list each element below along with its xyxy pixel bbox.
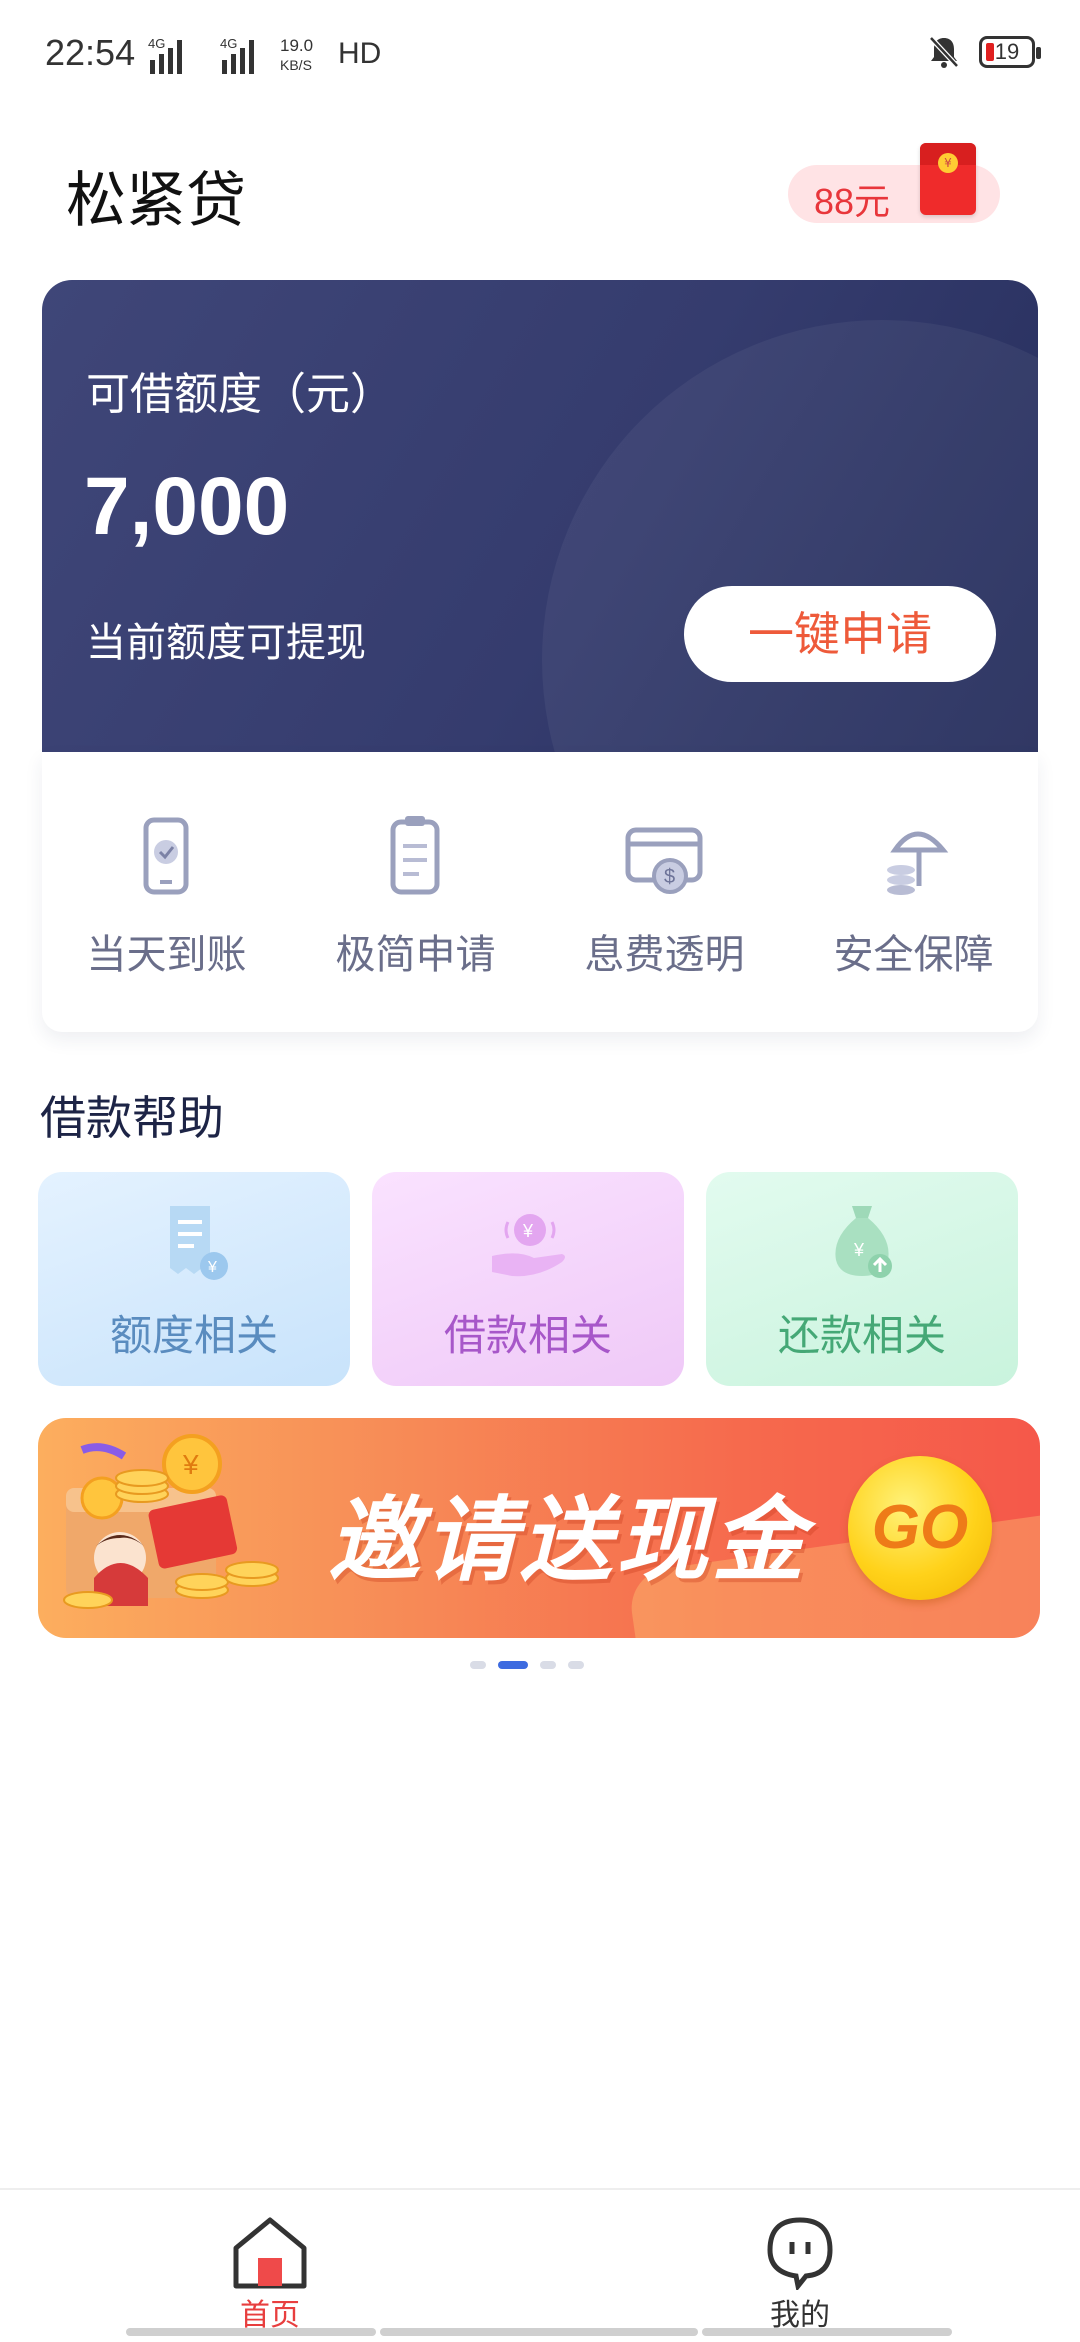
- help-card-label: 额度相关: [109, 1311, 278, 1360]
- tab-home[interactable]: 首页: [170, 2190, 370, 2342]
- status-time: 22:54: [45, 32, 136, 73]
- svg-text:¥: ¥: [853, 1240, 865, 1260]
- banner-text: 邀请送现金: [328, 1487, 809, 1594]
- carousel-dot: [540, 1661, 556, 1669]
- network-2-label: 4G: [220, 36, 237, 51]
- phone-check-icon: [143, 817, 189, 895]
- hd-label: HD: [338, 37, 382, 70]
- feature-label: 安全保障: [833, 932, 994, 978]
- feature-item: 极简申请: [291, 752, 540, 1032]
- battery-icon: 19: [979, 36, 1041, 68]
- profile-icon: [767, 2217, 833, 2290]
- status-right: 19: [927, 34, 1041, 70]
- feature-list: 当天到账 极简申请 $ 息费透明 安全保障: [42, 752, 1038, 1032]
- credit-note: 当前额度可提现: [86, 620, 366, 666]
- apply-button[interactable]: 一键申请: [684, 586, 996, 682]
- home-icon: [233, 2217, 307, 2289]
- umbrella-coins-icon: [887, 831, 949, 895]
- credit-amount: 7,000: [84, 461, 290, 552]
- network-speed: 19.0 KB/S: [280, 36, 313, 73]
- carousel-indicator: [470, 1660, 584, 1670]
- feature-label: 息费透明: [584, 932, 745, 978]
- money-bag-icon: ¥: [835, 1206, 892, 1278]
- gesture-bar-segment: [126, 2328, 376, 2336]
- help-title: 借款帮助: [40, 1091, 224, 1145]
- speed-value: 19.0: [280, 36, 313, 55]
- help-card-label: 借款相关: [443, 1311, 612, 1360]
- feature-label: 当天到账: [86, 932, 247, 978]
- svg-text:¥: ¥: [522, 1221, 534, 1241]
- help-card-limit[interactable]: ¥ 额度相关: [38, 1172, 350, 1386]
- tab-mine[interactable]: 我的: [700, 2190, 900, 2342]
- gesture-bar-segment: [702, 2328, 952, 2336]
- invite-banner[interactable]: ¥ 邀请送现金 GO: [38, 1418, 1040, 1638]
- help-card-loan[interactable]: ¥ 借款相关: [372, 1172, 684, 1386]
- help-card-label: 还款相关: [777, 1311, 946, 1360]
- red-packet-button[interactable]: 88元 ¥: [788, 143, 1000, 223]
- treasure-illustration: ¥: [63, 1434, 279, 1609]
- feature-item: 安全保障: [789, 752, 1038, 1032]
- credit-card: 可借额度（元） 7,000 当前额度可提现 一键申请: [42, 280, 1038, 752]
- gesture-bar-segment: [380, 2328, 698, 2336]
- signal-icon-2: 4G: [220, 36, 254, 74]
- signal-icon: 4G: [148, 36, 182, 74]
- tab-bar: 首页 我的: [0, 2188, 1080, 2340]
- svg-text:¥: ¥: [207, 1259, 217, 1276]
- card-dollar-icon: $: [625, 827, 703, 894]
- hand-coin-icon: ¥: [492, 1214, 565, 1277]
- network-indicators: 4G 4G 19.0 KB/S HD: [148, 34, 381, 74]
- battery-level: 19: [994, 39, 1020, 64]
- status-bar: 22:54 4G 4G 19.0 KB/S HD 19: [0, 0, 1080, 110]
- red-packet-amount: 88元: [814, 181, 891, 222]
- svg-text:$: $: [664, 866, 675, 888]
- carousel-dot-active: [498, 1661, 528, 1669]
- receipt-yuan-icon: ¥: [170, 1206, 228, 1280]
- carousel-dot: [568, 1661, 584, 1669]
- red-envelope-icon: ¥: [920, 143, 976, 215]
- feature-item: $ 息费透明: [540, 752, 789, 1032]
- feature-label: 极简申请: [335, 932, 496, 978]
- feature-item: 当天到账: [42, 752, 291, 1032]
- credit-label: 可借额度（元）: [86, 369, 394, 420]
- bell-muted-icon: [929, 36, 959, 68]
- go-button[interactable]: GO: [848, 1456, 992, 1600]
- help-card-repay[interactable]: ¥ 还款相关: [706, 1172, 1018, 1386]
- speed-unit: KB/S: [280, 57, 312, 73]
- app-title: 松紧贷: [66, 166, 246, 236]
- svg-text:¥: ¥: [182, 1449, 199, 1480]
- network-1-label: 4G: [148, 36, 165, 51]
- document-icon: [390, 816, 440, 895]
- carousel-dot: [470, 1661, 486, 1669]
